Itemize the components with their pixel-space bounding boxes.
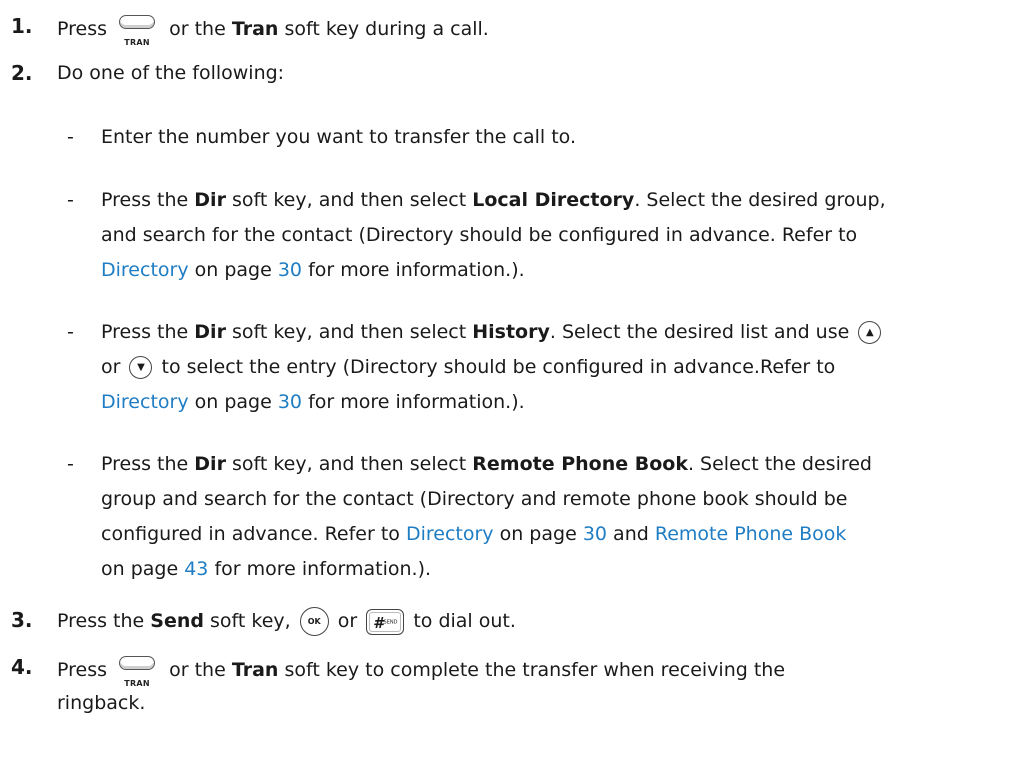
bullet-line: and search for the contact (Directory sh… [101, 224, 858, 246]
up-arrow-key-icon: ▲ [858, 321, 882, 344]
ok-key-icon: OK [299, 607, 329, 636]
bullet-line: or ▼ to select the entry (Directory shou… [101, 356, 836, 379]
send-soft-key-label: Send [150, 610, 204, 632]
tran-key-icon: TRAN [117, 13, 157, 47]
step-4-text: Press TRAN or the Tran soft key to compl… [57, 654, 785, 688]
remote-phone-book-link[interactable]: Remote Phone Book [655, 523, 847, 545]
dir-soft-key-label: Dir [194, 453, 226, 475]
step-3-text: Press the Send soft key, OK or #SEND to … [57, 607, 516, 636]
page-link[interactable]: 30 [583, 523, 607, 545]
dir-soft-key-label: Dir [194, 189, 226, 211]
bullet-dash: - [67, 453, 74, 475]
down-arrow-key-icon: ▼ [129, 356, 153, 379]
tran-key-icon: TRAN [117, 654, 157, 688]
menu-option-history: History [472, 321, 550, 343]
bullet-text: Enter the number you want to transfer th… [101, 126, 576, 148]
bullet-line: on page 43 for more information.). [101, 558, 432, 580]
directory-link[interactable]: Directory [406, 523, 494, 545]
step-number: 2. [11, 61, 33, 85]
bullet-line: Press the Dir soft key, and then select … [101, 319, 884, 345]
bullet-dash: - [67, 126, 74, 148]
tran-soft-key-label: Tran [231, 659, 279, 681]
page-link[interactable]: 30 [278, 391, 302, 413]
bullet-line: Directory on page 30 for more informatio… [101, 391, 525, 413]
bullet-line: Press the Dir soft key, and then select … [101, 453, 872, 475]
menu-option-local-directory: Local Directory [472, 189, 635, 211]
dir-soft-key-label: Dir [194, 321, 226, 343]
directory-link[interactable]: Directory [101, 259, 189, 281]
step-number: 1. [11, 14, 33, 38]
bullet-line: Press the Dir soft key, and then select … [101, 189, 886, 211]
directory-link[interactable]: Directory [101, 391, 189, 413]
step-4-text-cont: ringback. [57, 692, 146, 714]
tran-soft-key-label: Tran [231, 18, 279, 40]
step-number: 3. [11, 608, 33, 632]
bullet-line: configured in advance. Refer to Director… [101, 523, 847, 545]
step-1-text: Press TRAN or the Tran soft key during a… [57, 13, 489, 47]
step-2-text: Do one of the following: [57, 62, 285, 84]
menu-option-remote-phone-book: Remote Phone Book [472, 453, 688, 475]
step-number: 4. [11, 655, 33, 679]
bullet-dash: - [67, 321, 74, 343]
step-text: Press [57, 18, 108, 40]
step-text: or the [169, 18, 226, 40]
page-link[interactable]: 30 [278, 259, 302, 281]
send-key-icon: #SEND [366, 608, 405, 635]
bullet-line: Directory on page 30 for more informatio… [101, 259, 525, 281]
bullet-dash: - [67, 189, 74, 211]
page-link[interactable]: 43 [184, 558, 208, 580]
bullet-line: group and search for the contact (Direct… [101, 488, 848, 510]
step-text: soft key during a call. [284, 18, 489, 40]
